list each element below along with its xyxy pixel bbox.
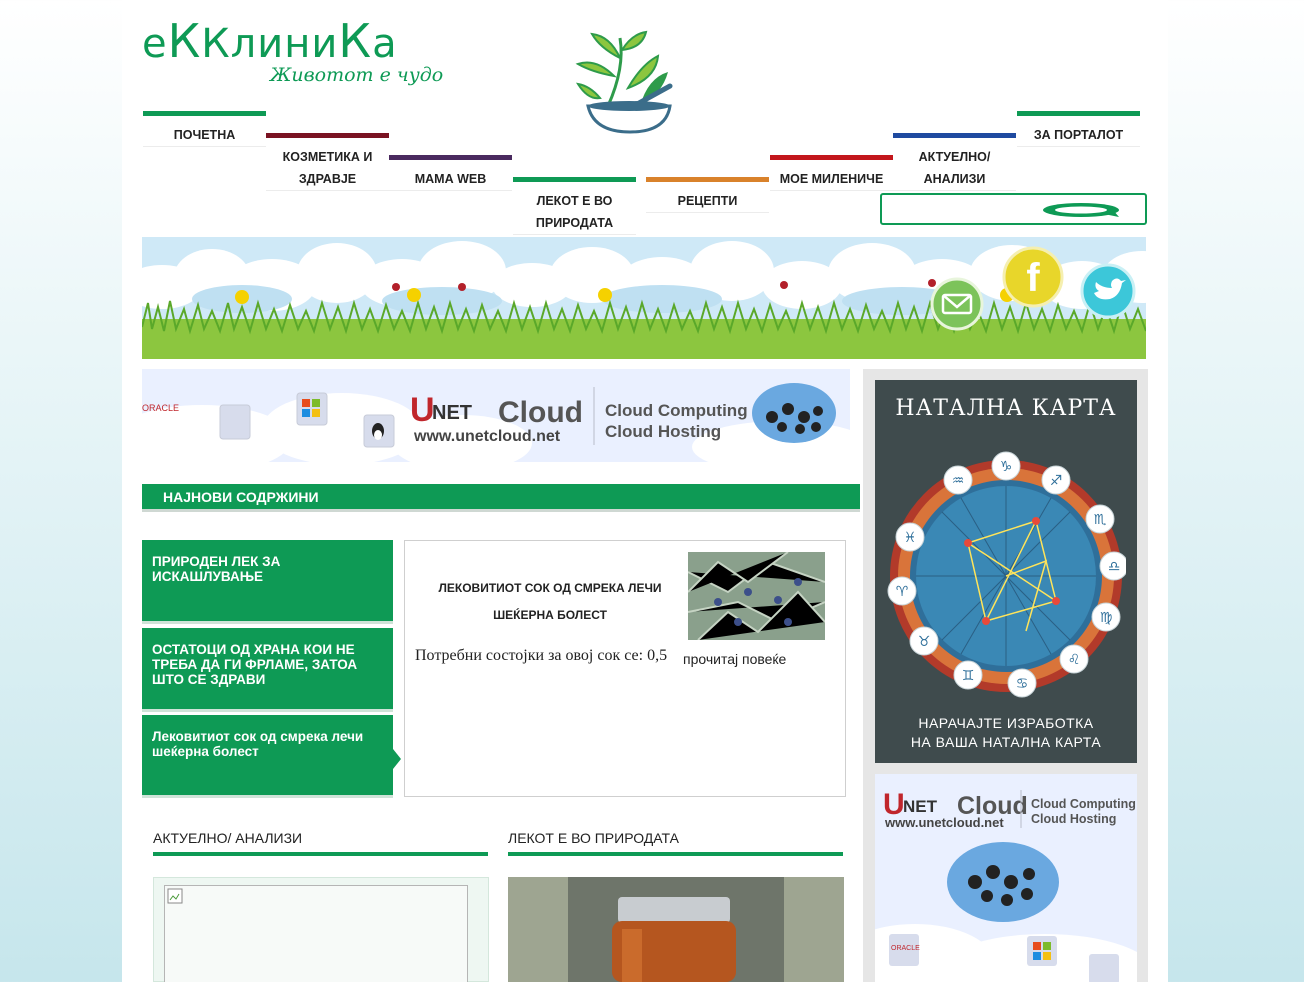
unetcloud-sidebar-graphic: U NET Cloud www.unetcloud.net Cloud Comp… [875, 774, 1137, 982]
natal-chart-cta: НАРАЧАЈТЕ ИЗРАБОТКА НА ВАША НАТАЛНА КАРТ… [910, 715, 1102, 750]
juniper-image[interactable] [688, 552, 825, 640]
nav-cosmetics-health[interactable]: КОЗМЕТИКА И ЗДРАВЈЕ [266, 133, 389, 191]
svg-text:Cloud Computing: Cloud Computing [605, 401, 748, 420]
svg-text:NET: NET [432, 402, 472, 424]
nav-home[interactable]: ПОЧЕТНА [143, 111, 266, 147]
section-news-analysis[interactable]: АКТУЕЛНО/ АНАЛИЗИ [153, 828, 488, 856]
nav-about-portal[interactable]: ЗА ПОРТАЛОТ [1017, 111, 1140, 147]
news-tab-1[interactable]: ПРИРОДЕН ЛЕК ЗА ИСКАШЛУВАЊЕ [142, 540, 393, 624]
herbal-bowl-icon [575, 30, 673, 134]
unetcloud-ad-graphic: ORACLE U NET Cloud www.unetcloud.net Clo… [142, 369, 850, 462]
latest-heading: НАЈНОВИ СОДРЖИНИ [142, 484, 860, 512]
search-box [880, 193, 1147, 225]
svg-text:Cloud Hosting: Cloud Hosting [1031, 812, 1116, 826]
natal-chart-ad[interactable]: НАТАЛНА КАРТА ♒ ♑ ♐ ♏ ♎ ♍ ♌ ♋ ♊ ♉ ♈ ♓ НА… [875, 380, 1137, 763]
zodiac-wheel-icon: ♒ ♑ ♐ ♏ ♎ ♍ ♌ ♋ ♊ ♉ ♈ ♓ [887, 451, 1126, 698]
svg-text:♎: ♎ [1108, 559, 1121, 575]
news-tab-2[interactable]: ОСТАТОЦИ ОД ХРАНА КОИ НЕ ТРЕБА ДА ГИ ФРЛ… [142, 628, 393, 712]
page: еККлиниКа Животот е чудо ПОЧЕТНА КОЗМЕТИ… [122, 0, 1168, 982]
svg-text:ORACLE: ORACLE [891, 945, 920, 952]
svg-text:♑: ♑ [1000, 459, 1013, 475]
svg-text:NET: NET [903, 797, 938, 816]
search-input[interactable] [886, 199, 1036, 219]
unetcloud-sidebar-ad[interactable]: U NET Cloud www.unetcloud.net Cloud Comp… [875, 774, 1137, 982]
twitter-icon[interactable] [1080, 263, 1136, 319]
nav-my-pet[interactable]: МОЕ МИЛЕНИЧЕ [770, 155, 893, 191]
nav-news-analysis[interactable]: АКТУЕЛНО/ АНАЛИЗИ [893, 133, 1016, 191]
facebook-icon[interactable]: f [1002, 246, 1064, 308]
svg-text:f: f [1026, 256, 1040, 300]
svg-text:Cloud: Cloud [498, 396, 583, 429]
svg-text:♓: ♓ [904, 530, 917, 546]
honey-jar-image[interactable] [508, 877, 844, 982]
svg-text:Cloud Computing: Cloud Computing [1031, 797, 1136, 811]
email-icon[interactable] [930, 277, 984, 331]
svg-text:♏: ♏ [1094, 512, 1107, 528]
featured-article: ЛЕКОВИТИОТ СОК ОД СМРЕКА ЛЕЧИ ШЕЌЕРНА БО… [404, 540, 846, 797]
meadow-banner [142, 237, 1146, 359]
sidebar: НАТАЛНА КАРТА ♒ ♑ ♐ ♏ ♎ ♍ ♌ ♋ ♊ ♉ ♈ ♓ НА… [863, 369, 1148, 982]
news-tab-3[interactable]: Лековитиот сок од смрека лечи шеќерна бо… [142, 715, 401, 798]
svg-text:♊: ♊ [962, 668, 975, 684]
site-tagline: Животот е чудо [270, 64, 444, 86]
read-more-link[interactable]: прочитај повеќе [683, 651, 786, 667]
search-icon[interactable] [1041, 201, 1125, 219]
broken-image-icon [167, 888, 183, 904]
section-nature-medicine[interactable]: ЛЕКОТ Е ВО ПРИРОДАТА [508, 828, 843, 856]
unetcloud-ad-banner[interactable]: ORACLE U NET Cloud www.unetcloud.net Clo… [142, 369, 850, 462]
svg-text:U: U [410, 391, 435, 429]
svg-text:♐: ♐ [1050, 473, 1063, 489]
svg-text:ORACLE: ORACLE [142, 403, 179, 413]
article-title[interactable]: ЛЕКОВИТИОТ СОК ОД СМРЕКА ЛЕЧИ ШЕЌЕРНА БО… [415, 575, 685, 629]
broken-image [164, 885, 468, 982]
nav-recipes[interactable]: РЕЦЕПТИ [646, 177, 769, 213]
article-excerpt: Потребни состојки за овој сок се: 0,5 [415, 647, 668, 664]
svg-text:♌: ♌ [1068, 652, 1081, 668]
svg-text:Cloud Hosting: Cloud Hosting [605, 422, 721, 441]
svg-text:www.unetcloud.net: www.unetcloud.net [884, 815, 1004, 830]
site-logo[interactable]: еККлиниКа [142, 14, 398, 68]
svg-text:♉: ♉ [918, 634, 931, 650]
nav-nature-medicine[interactable]: ЛЕКОТ Е ВО ПРИРОДАТА [513, 177, 636, 235]
svg-text:♒: ♒ [952, 473, 965, 489]
natal-chart-title: НАТАЛНА КАРТА [895, 396, 1117, 421]
svg-text:♈: ♈ [896, 584, 909, 600]
svg-text:♋: ♋ [1016, 676, 1029, 692]
nav-mama-web[interactable]: МАМА WEB [389, 155, 512, 191]
svg-text:♍: ♍ [1100, 610, 1113, 626]
section-card-news[interactable] [153, 877, 489, 982]
svg-text:www.unetcloud.net: www.unetcloud.net [413, 428, 561, 445]
